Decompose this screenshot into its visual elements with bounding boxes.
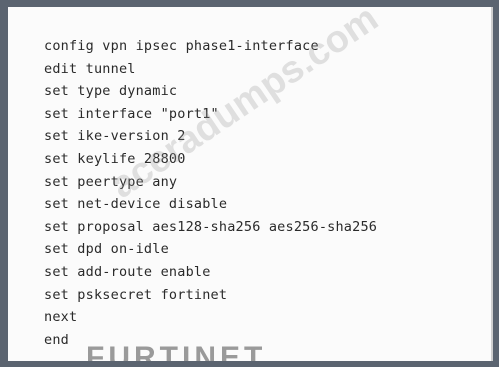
code-line: set psksecret fortinet (44, 286, 228, 303)
screenshot-frame: config vpn ipsec phase1-interface edit t… (0, 0, 499, 367)
code-line: set dpd on-idle (44, 241, 169, 258)
cli-config-block: config vpn ipsec phase1-interface edit t… (44, 35, 377, 351)
code-line: set net-device disable (44, 196, 228, 213)
code-line: set keylife 28800 (44, 150, 186, 167)
code-line: set proposal aes128-sha256 aes256-sha256 (44, 218, 378, 235)
code-line: edit tunnel (44, 60, 136, 77)
code-line: set peertype any (44, 173, 178, 190)
code-line: set ike-version 2 (44, 128, 186, 145)
config-panel: config vpn ipsec phase1-interface edit t… (8, 7, 493, 361)
code-line: config vpn ipsec phase1-interface (44, 38, 319, 54)
code-line: set interface "port1" (44, 105, 219, 122)
fortinet-logo: FURTINET (86, 341, 267, 361)
code-line: set add-route enable (44, 263, 211, 280)
code-line: set type dynamic (44, 83, 178, 100)
code-line: next (44, 309, 78, 326)
